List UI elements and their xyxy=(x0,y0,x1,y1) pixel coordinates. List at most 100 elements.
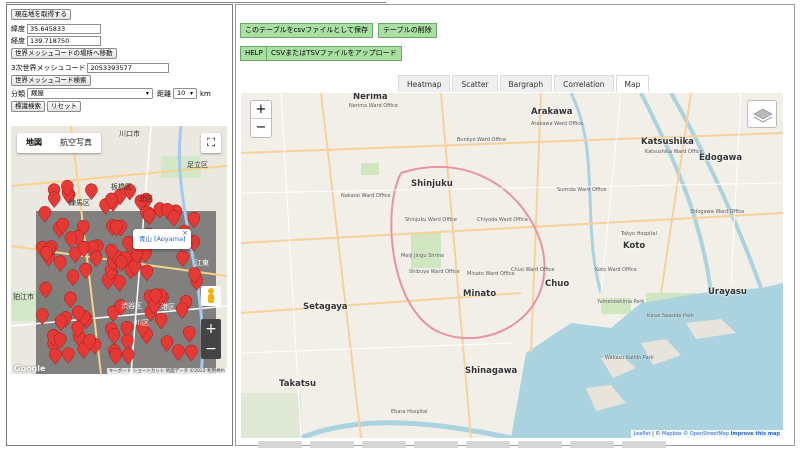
label-tokyo-hospital: Tokyo Hospital xyxy=(621,231,657,237)
place-shinagawa: Shinagawa xyxy=(465,366,518,376)
right-panel: このテーブルをcsvファイルとして保存 テーブルの削除 HELP CSVまたはT… xyxy=(235,4,795,448)
osm-link[interactable]: © OpenStreetMap xyxy=(683,431,729,437)
bottom-tab[interactable] xyxy=(570,441,614,448)
pegman-icon[interactable] xyxy=(201,286,221,306)
bottom-tab-strip xyxy=(258,441,674,448)
distance-unit: km xyxy=(200,89,211,98)
bottom-tab[interactable] xyxy=(414,441,458,448)
map-label-adachi: 足立区 xyxy=(187,161,208,169)
label-yumenoshima: Yumenoshima Park xyxy=(597,299,645,305)
table-delete-button[interactable]: テーブルの削除 xyxy=(378,23,437,38)
left-panel: 現在地を取得する 緯度 35.645833 経度 139.718750 世界メッ… xyxy=(6,4,233,446)
bottom-tab[interactable] xyxy=(466,441,510,448)
longitude-input[interactable]: 139.718750 xyxy=(27,35,101,46)
close-icon[interactable]: × xyxy=(182,223,188,243)
label-chuo-ward: Chuo Ward Office xyxy=(511,267,555,273)
improve-map-link[interactable]: Improve this map xyxy=(731,431,781,437)
leaflet-zoom-control: + − xyxy=(250,100,272,138)
category-label: 分類 xyxy=(11,89,25,98)
map-attribution: Leaflet | © Mapbox © OpenStreetMap Impro… xyxy=(630,430,783,438)
label-edogawa-ward: Edogawa Ward Office xyxy=(691,209,745,215)
tab-heatmap[interactable]: Heatmap xyxy=(398,75,451,92)
chevron-down-icon: ▾ xyxy=(145,90,149,97)
place-setagaya: Setagaya xyxy=(303,302,348,312)
zoom-in-button[interactable]: + xyxy=(251,101,271,119)
place-takatsu: Takatsu xyxy=(279,379,317,389)
distance-label: 距離 xyxy=(157,89,171,98)
bottom-tab[interactable] xyxy=(362,441,406,448)
place-shinjuku: Shinjuku xyxy=(411,179,453,189)
tab-bargraph[interactable]: Bargraph xyxy=(499,75,553,92)
page-top-rule xyxy=(6,0,386,3)
bottom-tab[interactable] xyxy=(518,441,562,448)
label-shibuya-ward: Shibuya Ward Office xyxy=(409,269,460,275)
reset-button[interactable]: リセット xyxy=(47,101,81,112)
latitude-input[interactable]: 35.645833 xyxy=(27,23,101,34)
label-ebara-hospital: Ebara Hospital xyxy=(391,409,428,415)
zoom-in-button[interactable]: + xyxy=(201,319,221,339)
map-label-itabashi: 板橋区 xyxy=(111,183,132,191)
label-wakasu-park: Wakasu Kaihin Park xyxy=(605,355,654,361)
tab-scatter[interactable]: Scatter xyxy=(452,75,498,92)
zoom-out-button[interactable]: − xyxy=(251,119,271,137)
map-label-shinagawa: 川区 xyxy=(135,319,149,327)
map-label-komae: 狛江市 xyxy=(13,293,34,301)
label-katsushika-ward: Katsushika Ward Office xyxy=(645,149,703,155)
map-type-satellite-tab[interactable]: 航空写真 xyxy=(51,133,101,153)
distance-select[interactable]: 10 ▾ xyxy=(173,88,197,99)
place-minato: Minato xyxy=(463,289,497,299)
zoom-out-button[interactable]: − xyxy=(201,339,221,359)
info-window[interactable]: 青山 [Aoyama] × xyxy=(133,229,191,249)
category-select[interactable]: 厩屋 ▾ xyxy=(27,88,153,99)
tab-map[interactable]: Map xyxy=(615,75,650,92)
chevron-down-icon: ▾ xyxy=(189,90,193,97)
label-meiji-shrine: Meiji Jingu Shrine xyxy=(401,253,445,259)
leaflet-map[interactable]: Nerima Arakawa Katsushika Edogawa Shinju… xyxy=(241,93,783,438)
longitude-label: 経度 xyxy=(11,36,25,45)
upload-button[interactable]: CSVまたはTSVファイルをアップロード xyxy=(266,46,402,61)
search-button[interactable]: 標識検索 xyxy=(11,101,45,112)
save-csv-button[interactable]: このテーブルをcsvファイルとして保存 xyxy=(240,23,374,38)
map-label-shibuya: 渋谷区 xyxy=(121,302,142,310)
place-urayasu: Urayasu xyxy=(708,287,747,297)
google-map[interactable]: 川口市 足立区 板橋区 北区 練馬区 江東 渋谷区 港区 川区 狛江市 地図 航… xyxy=(11,126,227,374)
bottom-tab[interactable] xyxy=(258,441,302,448)
place-koto: Koto xyxy=(623,241,646,251)
mapbox-link[interactable]: Mapbox xyxy=(662,431,682,437)
label-nakano-ward: Nakano Ward Office xyxy=(341,193,391,199)
map-footer: キーボード ショートカット 地図データ ©2022 利用規約 xyxy=(106,368,227,374)
place-nerima: Nerima xyxy=(353,93,388,102)
latitude-label: 緯度 xyxy=(11,24,25,33)
bottom-tab[interactable] xyxy=(310,441,354,448)
category-select-value: 厩屋 xyxy=(31,89,44,97)
mesh3-label: 3次世界メッシュコード xyxy=(11,63,86,72)
fullscreen-icon[interactable]: ⛶ xyxy=(201,133,221,153)
map-label-nerima: 練馬区 xyxy=(69,199,90,207)
help-button[interactable]: HELP xyxy=(240,46,268,61)
label-kasai-park: Kasai Seaside Park xyxy=(647,313,694,319)
label-minato-ward: Minato Ward Office xyxy=(467,271,515,277)
current-location-button[interactable]: 現在地を取得する xyxy=(11,9,71,20)
bottom-tab[interactable] xyxy=(622,441,666,448)
leaflet-link[interactable]: Leaflet xyxy=(634,431,651,437)
map-label-kita: 北区 xyxy=(139,195,153,203)
label-arakawa-ward: Arakawa Ward Office xyxy=(531,121,584,127)
distance-select-value: 10 xyxy=(177,89,186,97)
label-bunkyo-ward: Bunkyo Ward Office xyxy=(457,137,507,143)
mesh-search-button[interactable]: 世界メッシュコード検索 xyxy=(11,75,91,86)
place-edogawa: Edogawa xyxy=(699,153,743,163)
move-to-mesh-button[interactable]: 世界メッシュコードの場所へ移動 xyxy=(11,48,117,59)
map-label-kawaguchi: 川口市 xyxy=(119,130,140,138)
label-sumida-ward: Sumida Ward Office xyxy=(557,187,607,193)
info-window-text[interactable]: 青山 [Aoyama] xyxy=(139,235,186,243)
map-type-tabs: 地図 航空写真 xyxy=(17,133,101,153)
layers-icon[interactable] xyxy=(747,100,777,128)
label-koto-ward: Koto Ward Office xyxy=(595,267,637,273)
place-katsushika: Katsushika xyxy=(641,137,694,147)
label-chiyoda-ward: Chiyoda Ward Office xyxy=(477,217,528,223)
mesh3-input[interactable]: 2053393577 xyxy=(87,62,170,73)
tab-correlation[interactable]: Correlation xyxy=(554,75,614,92)
map-label-minato: 港区 xyxy=(161,303,175,311)
map-type-map-tab[interactable]: 地図 xyxy=(17,133,51,153)
map-zoom-control: + − xyxy=(201,319,221,359)
